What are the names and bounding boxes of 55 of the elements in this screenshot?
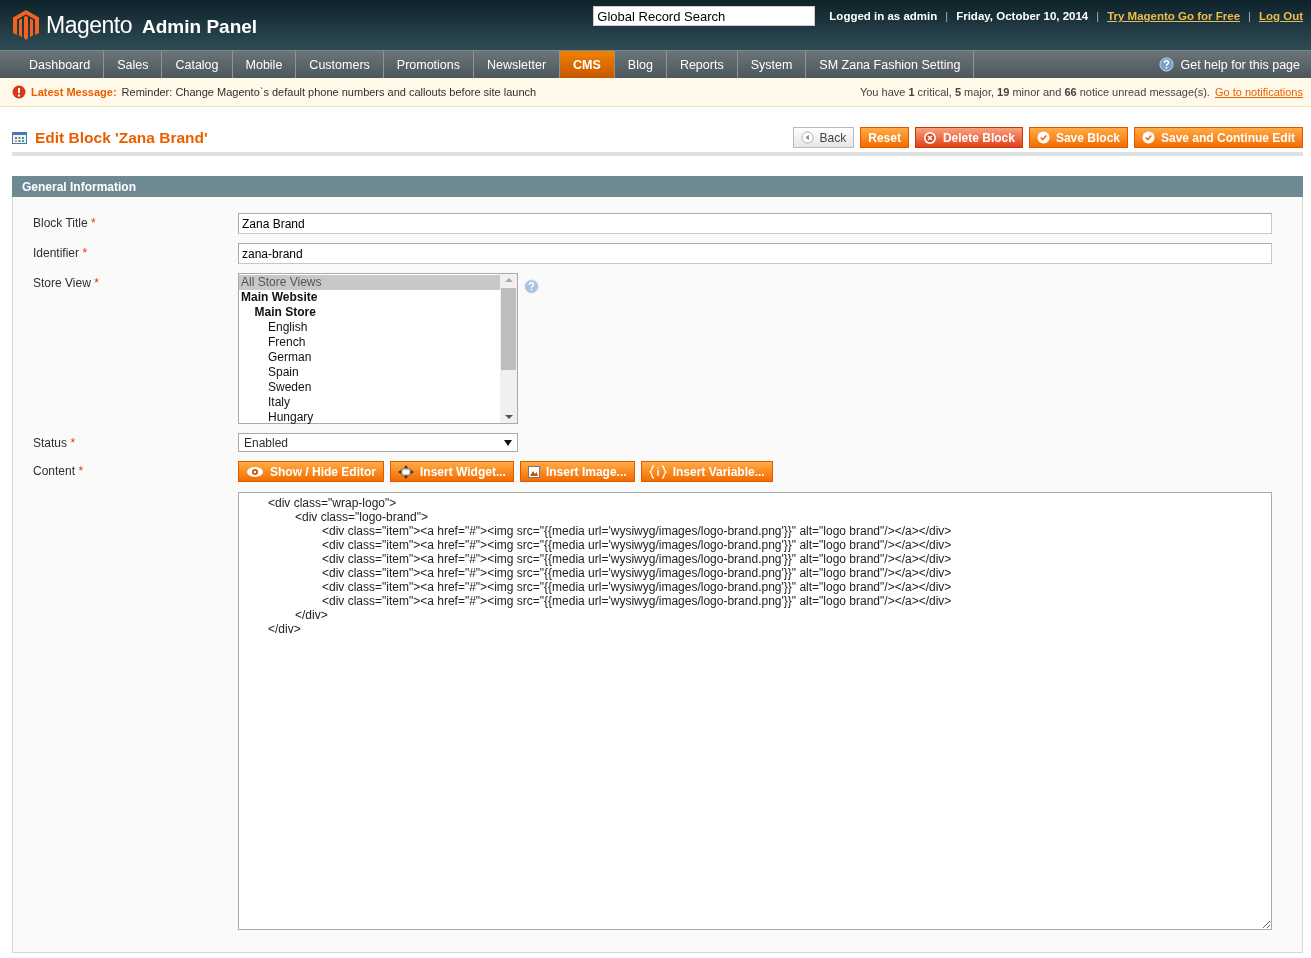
message-label: Latest Message: [31,86,117,98]
help-link[interactable]: Get help for this page [1159,51,1311,78]
help-icon [524,279,539,294]
alert-icon [12,85,26,99]
close-icon [922,130,937,145]
separator: | [1096,10,1100,22]
message-text: Reminder: Change Magento`s default phone numbers and callouts before site launch [121,86,537,98]
list-option[interactable]: All Store Views [239,275,500,290]
notifications-link[interactable]: Go to notifications [1214,86,1303,98]
header-text: Friday, October 10, 2014 [956,10,1089,22]
list-option[interactable]: Main Store [239,305,500,320]
left-arrow-circle-icon [800,131,814,144]
logo-icon [12,9,40,41]
list-option[interactable]: German [239,350,500,365]
status-select[interactable]: Enabled [238,433,518,452]
list-option[interactable]: English [239,320,500,335]
header-link[interactable]: Try Magento Go for Free [1107,10,1241,22]
logo-text: Magento [46,11,132,39]
field-label: Content * [33,463,85,478]
header-link[interactable]: Log Out [1258,10,1303,22]
text-field[interactable]: zana-brand [238,243,1272,264]
field-label: Status * [33,435,77,450]
list-option[interactable]: French [239,335,500,350]
separator: | [1248,10,1251,22]
list-option[interactable]: Hungary [239,410,500,425]
content-textarea[interactable]: <div class="wrap-logo"> <div class="logo-brand"> <div class="item"><a href="#"><img src="{{media url='wysiwyg/images/logo-brand.png'}}" alt="logo brand"/></a></div> <div class="item"><a href="#"><img src="{{media url='wysiwyg/images/logo-brand.png'}}" alt="logo brand"/></a></div> <div class="item"><a href="#"><img src="{{media url='wysiwyg/images/logo-brand.png'}}" alt="logo brand"/></a></div> <div class="item"><a href="#"><img src="{{media url='wysiwyg/images/logo-brand.png'}}" alt="logo brand"/></a></div> <div class="item"><a href="#"><img src="{{media url='wysiwyg/images/logo-brand.png'}}" alt="logo brand"/></a></div> <div class="item"><a href="#"><img src="{{media url='wysiwyg/images/logo-brand.png'}}" alt="logo brand"/></a></div> </div> </div> [238,492,1272,930]
dropdown-arrow-icon [504,439,512,446]
grid-icon [12,131,27,144]
header-text: Logged in as admin [829,10,938,22]
logo-subtitle: Admin Panel [142,15,258,38]
list-option[interactable]: Italy [239,395,500,410]
field-label: Identifier * [33,245,89,260]
page-title: Edit Block 'Zana Brand' [35,128,208,147]
image-icon [527,465,540,478]
section-header: General Information [12,176,1303,197]
search-field[interactable]: Global Record Search [593,6,816,26]
move-arrows-icon [398,464,414,479]
list-option[interactable]: Main Website [239,290,500,305]
message-summary: You have 1 critical, 5 major, 19 minor and 66 notice unread message(s). [859,86,1210,98]
scrollbar[interactable] [500,274,517,423]
checkmark-icon [1036,131,1050,144]
help-icon [1159,57,1175,72]
action-button[interactable]: Back [792,127,855,148]
text-field[interactable]: Zana Brand [238,213,1272,234]
field-label: Block Title * [33,215,97,230]
list-option[interactable]: Sweden [239,380,500,395]
nav-item[interactable]: CMS [560,51,615,78]
field-label: Store View * [33,275,100,290]
curly-braces-icon [648,464,667,479]
store-view-listbox[interactable]: All Store Views Main Website Main Store English French German Spain Sweden Italy Hungary [238,273,518,424]
eye-icon [246,465,264,478]
list-option[interactable]: Spain [239,365,500,380]
action-button[interactable]: Delete Block [914,127,1023,148]
separator: | [945,10,949,22]
checkmark-icon [1142,131,1155,144]
